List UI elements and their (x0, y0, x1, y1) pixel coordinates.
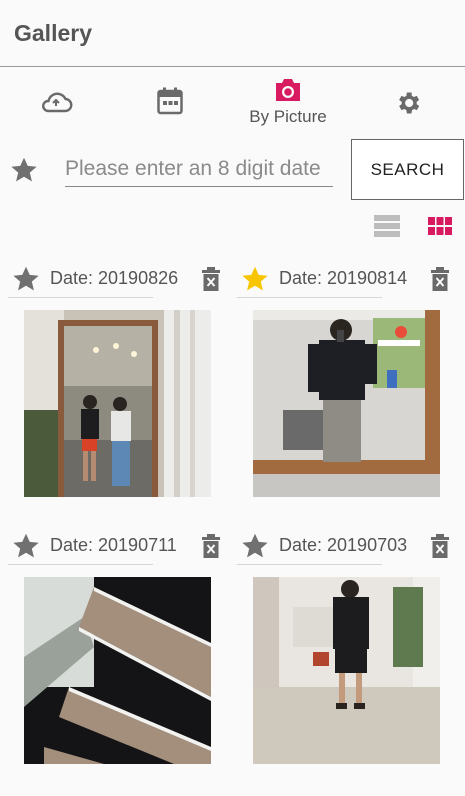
tab-bar: By Picture (0, 67, 465, 137)
list-view-icon[interactable] (373, 213, 401, 239)
favorites-star-icon[interactable] (10, 156, 38, 184)
page-title: Gallery (14, 20, 92, 46)
star-icon[interactable] (241, 532, 269, 560)
photo-card: Date: 20190711 (8, 527, 228, 782)
photo-date: Date: 20190826 (50, 268, 179, 288)
photo-date: Date: 20190703 (279, 535, 408, 555)
photo-card-header: Date: 20190826 (8, 260, 228, 300)
cloud-sync-icon (42, 92, 73, 113)
grid-view-icon[interactable] (427, 213, 453, 239)
delete-icon[interactable] (430, 266, 450, 292)
photo-thumbnail[interactable] (24, 577, 211, 764)
search-row: SEARCH (0, 138, 465, 202)
photo-thumbnail[interactable] (253, 577, 440, 764)
star-icon[interactable] (12, 532, 40, 560)
delete-icon[interactable] (430, 533, 450, 559)
star-icon[interactable] (12, 265, 40, 293)
photo-card: Date: 20190703 (237, 527, 457, 782)
photo-card-header: Date: 20190711 (8, 527, 228, 567)
date-search-input[interactable] (65, 152, 333, 187)
delete-icon[interactable] (201, 266, 221, 292)
app-bar: Gallery (0, 0, 465, 67)
tab-label: By Picture (249, 107, 327, 126)
photo-thumbnail[interactable] (253, 310, 440, 497)
photo-card: Date: 20190826 (8, 260, 228, 515)
delete-icon[interactable] (201, 533, 221, 559)
gear-icon (399, 92, 420, 114)
photo-card-header: Date: 20190703 (237, 527, 457, 567)
tab-by-picture[interactable]: By Picture (238, 77, 338, 147)
photo-card: Date: 20190814 (237, 260, 457, 515)
divider (8, 297, 153, 298)
divider (8, 564, 153, 565)
divider (237, 564, 382, 565)
star-filled-icon[interactable] (241, 265, 269, 293)
photo-date: Date: 20190814 (279, 268, 408, 288)
photo-card-header: Date: 20190814 (237, 260, 457, 300)
photo-date: Date: 20190711 (50, 535, 177, 555)
photo-thumbnail[interactable] (24, 310, 211, 497)
divider (237, 297, 382, 298)
search-button[interactable]: SEARCH (351, 139, 464, 200)
calendar-icon (157, 87, 183, 115)
camera-icon (276, 79, 300, 101)
